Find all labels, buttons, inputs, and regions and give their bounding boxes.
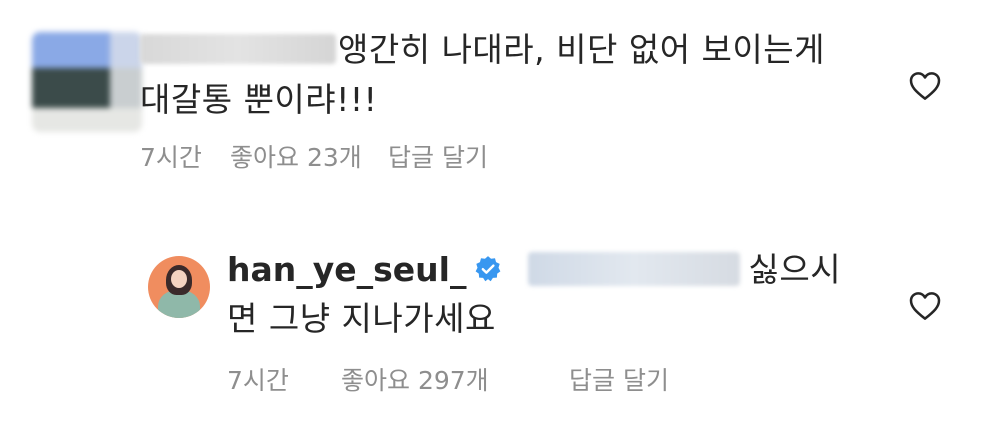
comment-text-line: han_ye_seul_ 싫으시 (227, 250, 841, 290)
comment-text-line: 면 그냥 지나가세요 (227, 299, 496, 339)
heart-outline-icon[interactable] (909, 291, 941, 321)
comment-meta: 7시간 좋아요 23개 답글 달기 (140, 143, 488, 173)
reply-button[interactable]: 답글 달기 (388, 143, 488, 173)
blurred-avatar[interactable] (32, 32, 142, 132)
likes-count-link[interactable]: 좋아요 297개 (341, 366, 569, 396)
comment: 앵간히 나대라, 비단 없어 보이는게 대갈통 뿐이랴!!! 7시간 좋아요 23… (0, 0, 1000, 200)
comment-text: 싫으시 (748, 250, 842, 289)
avatar[interactable] (148, 256, 210, 318)
blurred-mention[interactable] (528, 251, 741, 286)
verified-badge-icon (476, 255, 501, 281)
comment-text-line: 대갈통 뿐이랴!!! (140, 80, 377, 120)
comment-text: 대갈통 뿐이랴!!! (140, 80, 378, 119)
likes-count-link[interactable]: 좋아요 23개 (230, 143, 388, 173)
comment-time: 7시간 (140, 143, 202, 172)
reply-comment: han_ye_seul_ 싫으시 면 그냥 지나가세요 7시간 좋아요 297개 답… (0, 236, 1000, 436)
comment-text: 면 그냥 지나가세요 (227, 299, 496, 338)
comment-time: 7시간 (227, 366, 289, 395)
comment-text: 앵간히 나대라, 비단 없어 보이는게 (338, 30, 825, 69)
comment-meta: 7시간 좋아요 297개 답글 달기 (227, 366, 669, 396)
reply-button[interactable]: 답글 달기 (569, 366, 669, 396)
username-link[interactable]: han_ye_seul_ (227, 250, 466, 289)
blurred-username[interactable] (140, 33, 336, 64)
heart-outline-icon[interactable] (909, 71, 941, 101)
comment-text-line: 앵간히 나대라, 비단 없어 보이는게 (140, 30, 825, 70)
